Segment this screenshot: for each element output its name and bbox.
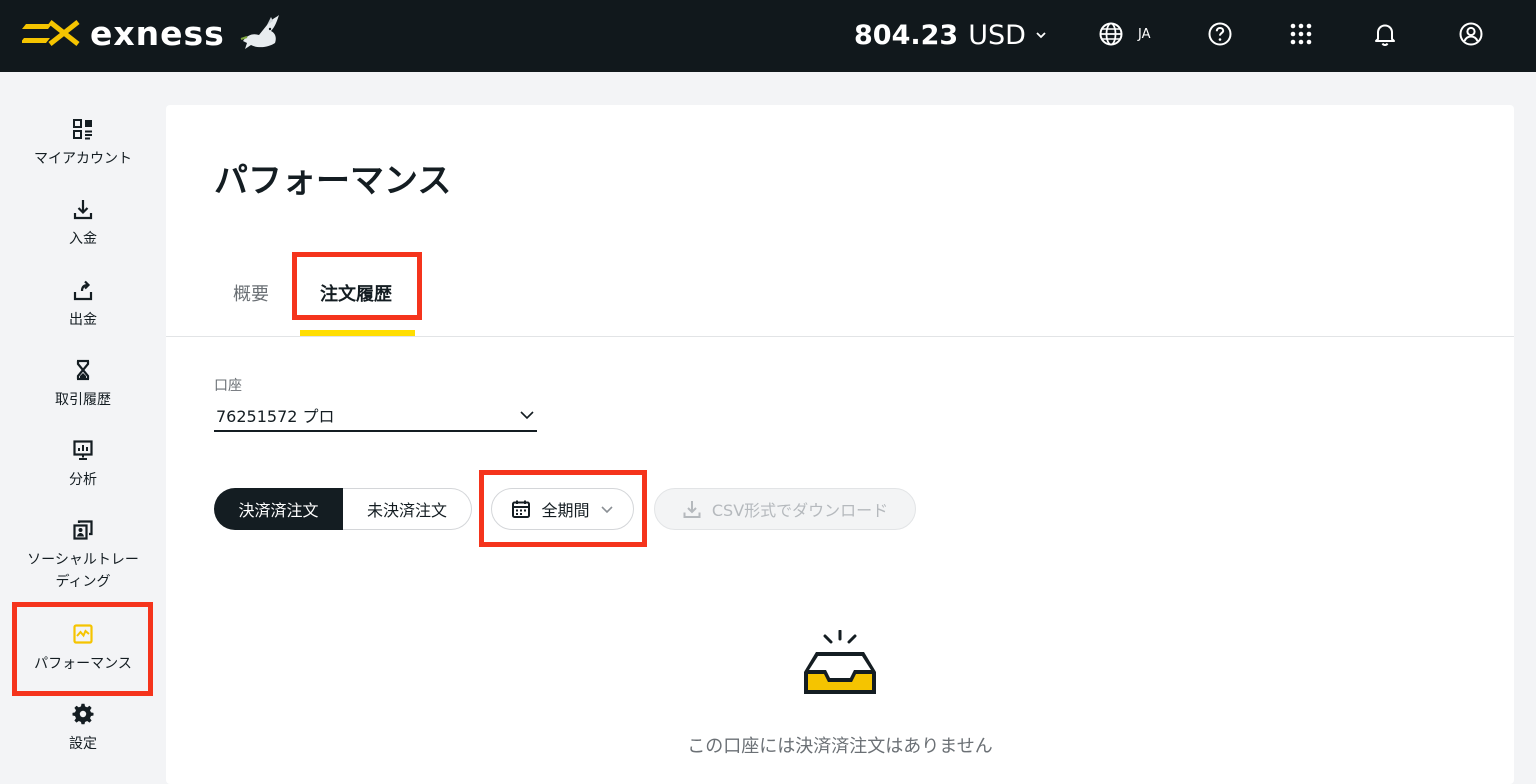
bell-icon <box>1375 24 1395 47</box>
dashboard-icon <box>73 119 92 140</box>
sidebar-item-label: 入金 <box>69 231 97 247</box>
download-icon <box>683 501 701 518</box>
empty-state-message: この口座には決済済注文はありません <box>687 736 993 757</box>
dove-icon <box>240 15 279 49</box>
social-trading-icon <box>73 520 93 540</box>
globe-icon <box>1099 22 1123 46</box>
annotation-highlight-box <box>292 252 422 320</box>
account-select[interactable]: 76251572 プロ <box>214 400 537 432</box>
sidebar-item-settings[interactable]: 設定 <box>0 703 166 755</box>
empty-inbox-icon <box>804 630 876 694</box>
annotation-highlight-box <box>479 470 647 547</box>
annotation-highlight-box <box>12 602 153 696</box>
account-label: 口座 <box>214 378 242 394</box>
apps-button[interactable] <box>1286 19 1316 49</box>
csv-download-button[interactable]: CSV形式でダウンロード <box>654 488 916 530</box>
sidebar-nav: マイアカウント 入金 出金 取引履歴 分析 ソーシャルトレーディング パフォーマ… <box>0 72 166 784</box>
deposit-icon <box>73 200 93 220</box>
sidebar-item-label: ソーシャルトレーディング <box>27 552 139 590</box>
brand-logo[interactable]: exness <box>22 8 281 58</box>
performance-card: パフォーマンス 概要 注文履歴 口座 76251572 プロ 決済済注文 未決済… <box>166 105 1514 784</box>
withdraw-icon <box>73 280 93 301</box>
account-value: 76251572 プロ <box>216 407 335 426</box>
sidebar-item-trade-history[interactable]: 取引履歴 <box>0 359 166 411</box>
sidebar-item-label: 取引履歴 <box>55 392 111 408</box>
top-bar: exness 804.23 USD JA <box>0 0 1536 72</box>
sidebar-item-label: 設定 <box>69 736 97 752</box>
sidebar-item-label: 出金 <box>69 312 97 328</box>
tab-bar: 概要 注文履歴 <box>166 252 1514 337</box>
chevron-down-icon <box>520 411 534 420</box>
sidebar-item-my-account[interactable]: マイアカウント <box>0 118 166 170</box>
closed-orders-toggle[interactable]: 決済済注文 <box>214 488 343 530</box>
brand-name: exness <box>90 13 225 53</box>
page-title: パフォーマンス <box>214 161 452 201</box>
language-selector[interactable]: JA <box>1098 20 1151 48</box>
language-code: JA <box>1138 26 1151 42</box>
hourglass-icon <box>76 359 90 381</box>
chevron-down-icon <box>1036 32 1046 39</box>
csv-download-label: CSV形式でダウンロード <box>711 501 889 520</box>
active-tab-indicator <box>300 330 415 336</box>
balance-amount: 804.23 <box>854 19 959 51</box>
apps-grid-icon <box>1290 23 1312 45</box>
balance-selector[interactable]: 804.23 USD <box>854 14 1048 56</box>
sidebar-item-withdraw[interactable]: 出金 <box>0 279 166 331</box>
help-icon <box>1208 22 1232 46</box>
analytics-icon <box>73 440 93 460</box>
help-button[interactable] <box>1205 19 1235 49</box>
balance-currency: USD <box>968 19 1026 51</box>
sidebar-item-social-trading[interactable]: ソーシャルトレーディング <box>0 519 166 593</box>
sidebar-item-deposit[interactable]: 入金 <box>0 198 166 250</box>
sidebar-item-label: マイアカウント <box>34 151 132 167</box>
user-icon <box>1459 22 1483 46</box>
gear-icon <box>72 703 94 725</box>
sidebar-item-label: 分析 <box>69 472 97 488</box>
exness-logo-mark-icon <box>22 20 80 46</box>
tab-overview[interactable]: 概要 <box>233 273 269 313</box>
notifications-button[interactable] <box>1370 19 1400 49</box>
profile-button[interactable] <box>1456 19 1486 49</box>
sidebar-item-analytics[interactable]: 分析 <box>0 439 166 491</box>
open-orders-toggle[interactable]: 未決済注文 <box>343 488 472 530</box>
